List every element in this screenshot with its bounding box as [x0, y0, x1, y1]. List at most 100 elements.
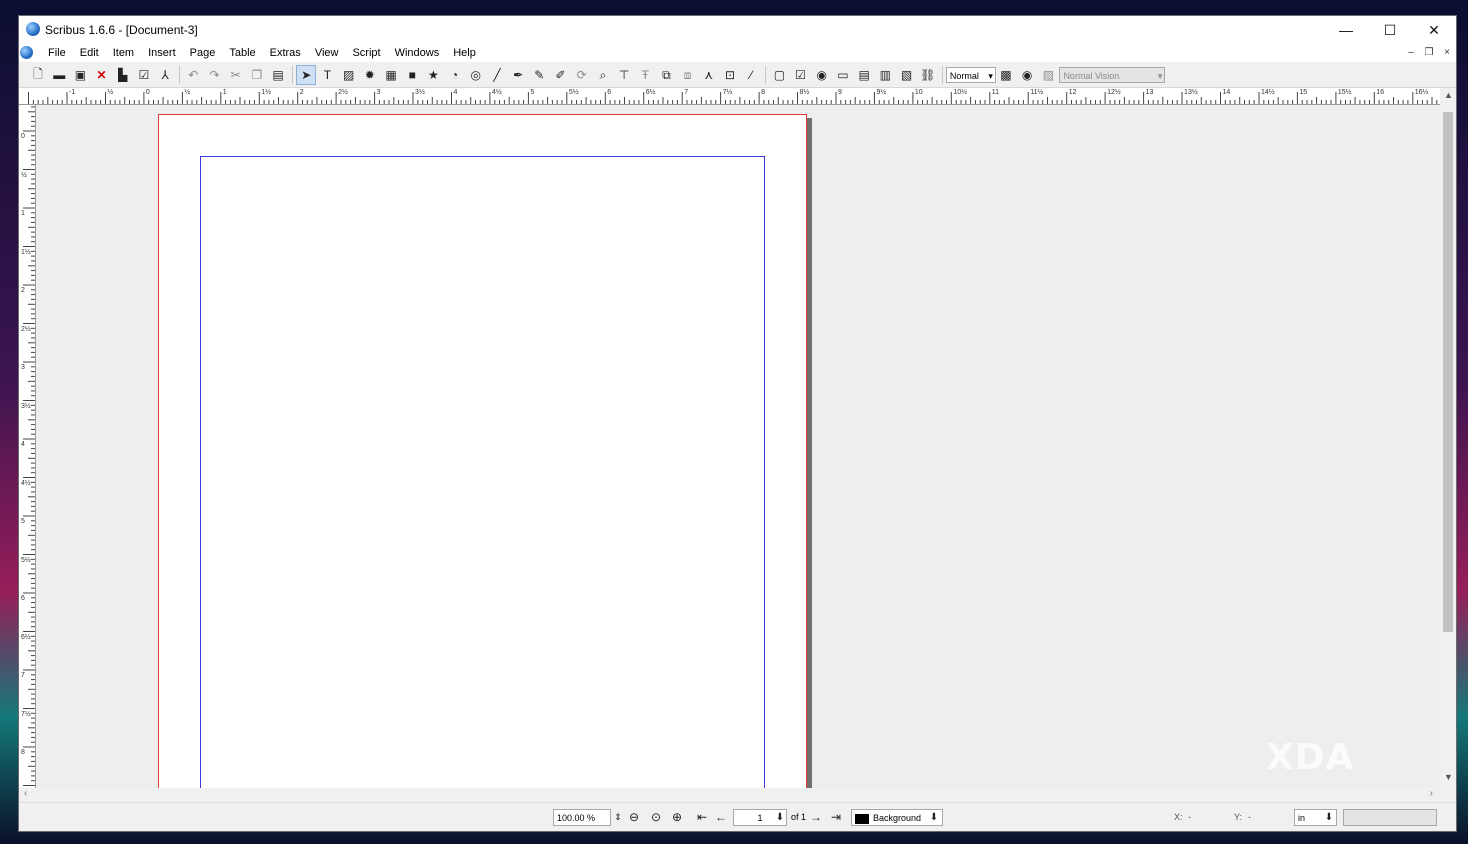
- cut-icon[interactable]: ✂: [226, 65, 246, 85]
- new-document-icon[interactable]: 🗋: [28, 65, 48, 85]
- text-frame-icon[interactable]: T: [317, 65, 337, 85]
- bezier-icon[interactable]: ✒: [508, 65, 528, 85]
- undo-icon[interactable]: ↶: [183, 65, 203, 85]
- menu-insert[interactable]: Insert: [141, 46, 183, 60]
- y-coordinate-label: Y:: [1234, 812, 1243, 822]
- ruler-label: 11: [991, 89, 1000, 96]
- preview-mode-icon[interactable]: ▩: [996, 65, 1016, 85]
- edit-text-icon[interactable]: Ŧ: [635, 65, 655, 85]
- render-frame-icon[interactable]: ✹: [360, 65, 380, 85]
- document-page[interactable]: [158, 114, 807, 788]
- pdf-radio-button-icon[interactable]: ◉: [812, 65, 832, 85]
- edit-contents-icon[interactable]: ⊤: [614, 65, 634, 85]
- scroll-up-icon[interactable]: ▲: [1444, 90, 1453, 100]
- ruler-label: 4½: [21, 479, 31, 487]
- polygon-icon[interactable]: ★: [423, 65, 443, 85]
- minimize-button[interactable]: —: [1324, 16, 1368, 44]
- menu-table[interactable]: Table: [222, 46, 262, 60]
- maximize-button[interactable]: ☐: [1368, 16, 1412, 44]
- link-text-frames-icon[interactable]: ⧉: [656, 65, 676, 85]
- ruler-label: ½: [107, 89, 114, 96]
- vertical-scrollbar[interactable]: ▲ ▼: [1440, 88, 1456, 788]
- pdf-text-field-icon[interactable]: ▭: [833, 65, 853, 85]
- menu-file[interactable]: File: [41, 46, 73, 60]
- menu-edit[interactable]: Edit: [73, 46, 106, 60]
- eye-dropper-icon[interactable]: ⁄: [741, 65, 761, 85]
- last-page-icon[interactable]: ⇥: [827, 809, 845, 826]
- zoom-input[interactable]: 100.00 %: [553, 809, 611, 826]
- menu-page[interactable]: Page: [183, 46, 223, 60]
- pdf-combo-box-icon[interactable]: ▤: [854, 65, 874, 85]
- unit-dropdown-icon[interactable]: ⬇: [1320, 809, 1338, 826]
- pdf-list-box-icon[interactable]: ▥: [875, 65, 895, 85]
- menu-view[interactable]: View: [308, 46, 346, 60]
- doc-close-button[interactable]: ×: [1440, 46, 1454, 60]
- copy-icon[interactable]: ❐: [247, 65, 267, 85]
- export-pdf-icon[interactable]: ⅄: [155, 65, 175, 85]
- spiral-icon[interactable]: ◎: [466, 65, 486, 85]
- vertical-ruler[interactable]: 0½11½22½33½44½55½66½77½88½: [19, 105, 36, 788]
- paste-icon[interactable]: ▤: [268, 65, 288, 85]
- redo-icon[interactable]: ↷: [205, 65, 225, 85]
- menu-help[interactable]: Help: [446, 46, 483, 60]
- unlink-text-frames-icon[interactable]: ⧈: [678, 65, 698, 85]
- print-icon[interactable]: ▙: [113, 65, 133, 85]
- measurements-icon[interactable]: ⋏: [699, 65, 719, 85]
- ruler-label: 8½: [799, 89, 810, 96]
- menu-script[interactable]: Script: [345, 46, 387, 60]
- vision-mode-value: Normal Vision: [1063, 71, 1120, 81]
- zoom-in-icon[interactable]: ⊕: [668, 809, 686, 826]
- menu-windows[interactable]: Windows: [388, 46, 447, 60]
- doc-minimize-button[interactable]: –: [1404, 46, 1418, 60]
- vision-mode-select[interactable]: Normal Vision ▾: [1059, 67, 1166, 83]
- text-annotation-icon[interactable]: ▧: [897, 65, 917, 85]
- scroll-right-icon[interactable]: ›: [1430, 788, 1433, 799]
- freehand-line-icon[interactable]: ✎: [529, 65, 549, 85]
- preflight-check-icon[interactable]: ☑: [134, 65, 154, 85]
- horizontal-scrollbar[interactable]: ‹ ›: [19, 788, 1439, 802]
- calligraphic-line-icon[interactable]: ✐: [551, 65, 571, 85]
- document-icon[interactable]: [20, 46, 33, 59]
- close-button[interactable]: ✕: [1412, 16, 1456, 44]
- pdf-push-button-icon[interactable]: ▢: [769, 65, 789, 85]
- ruler-label: 1: [222, 89, 227, 96]
- first-page-icon[interactable]: ⇤: [693, 809, 711, 826]
- pdf-checkbox-icon[interactable]: ☑: [791, 65, 811, 85]
- shape-icon[interactable]: ■: [402, 65, 422, 85]
- layer-dropdown-icon[interactable]: ⬇: [925, 809, 943, 826]
- scroll-down-icon[interactable]: ▼: [1444, 772, 1453, 782]
- ruler-label: 5½: [21, 556, 31, 564]
- zoom-out-icon[interactable]: ⊖: [625, 809, 643, 826]
- scroll-left-icon[interactable]: ‹: [24, 788, 27, 799]
- doc-restore-button[interactable]: ❐: [1422, 46, 1436, 60]
- arc-icon[interactable]: ◔: [445, 65, 465, 85]
- page-number-value: 1: [757, 813, 763, 823]
- zoom-100-icon[interactable]: ⊙: [647, 809, 665, 826]
- zoom-icon[interactable]: ⌕: [593, 65, 613, 85]
- close-document-icon[interactable]: ✕: [92, 65, 112, 85]
- select-item-icon[interactable]: ➤: [296, 65, 317, 85]
- menu-item[interactable]: Item: [106, 46, 141, 60]
- vertical-scroll-thumb[interactable]: [1443, 112, 1453, 632]
- image-frame-icon[interactable]: ▨: [339, 65, 359, 85]
- ruler-label: 3½: [21, 402, 31, 410]
- next-page-icon[interactable]: →: [807, 809, 825, 826]
- save-icon[interactable]: ▣: [70, 65, 90, 85]
- menu-extras[interactable]: Extras: [263, 46, 308, 60]
- line-icon[interactable]: ╱: [487, 65, 507, 85]
- table-icon[interactable]: ▦: [381, 65, 401, 85]
- eye-icon[interactable]: ◉: [1017, 65, 1037, 85]
- document-canvas[interactable]: [36, 105, 1439, 788]
- ruler-label: 7½: [722, 89, 733, 96]
- ruler-label: 4: [21, 441, 25, 448]
- open-icon[interactable]: ▬: [49, 65, 69, 85]
- rotate-item-icon[interactable]: ⟳: [572, 65, 592, 85]
- edit-in-preview-icon[interactable]: ▨: [1038, 65, 1058, 85]
- copy-item-properties-icon[interactable]: ⊡: [720, 65, 740, 85]
- ruler-label: 2: [21, 287, 25, 294]
- previous-page-icon[interactable]: ←: [712, 809, 730, 826]
- preview-mode-select[interactable]: Normal ▾: [945, 67, 996, 83]
- horizontal-ruler[interactable]: -1 ½ 0 ½ 1 1½ 2 2½ 3 3½ 4 4½ 5 5½ 6 6½ 7 7½ 8 8½ 9 9½ 10 10½ 11 1…: [19, 88, 1456, 105]
- page-select-arrow-icon[interactable]: ⬇: [771, 809, 789, 826]
- link-annotation-icon[interactable]: ⛓: [918, 65, 938, 85]
